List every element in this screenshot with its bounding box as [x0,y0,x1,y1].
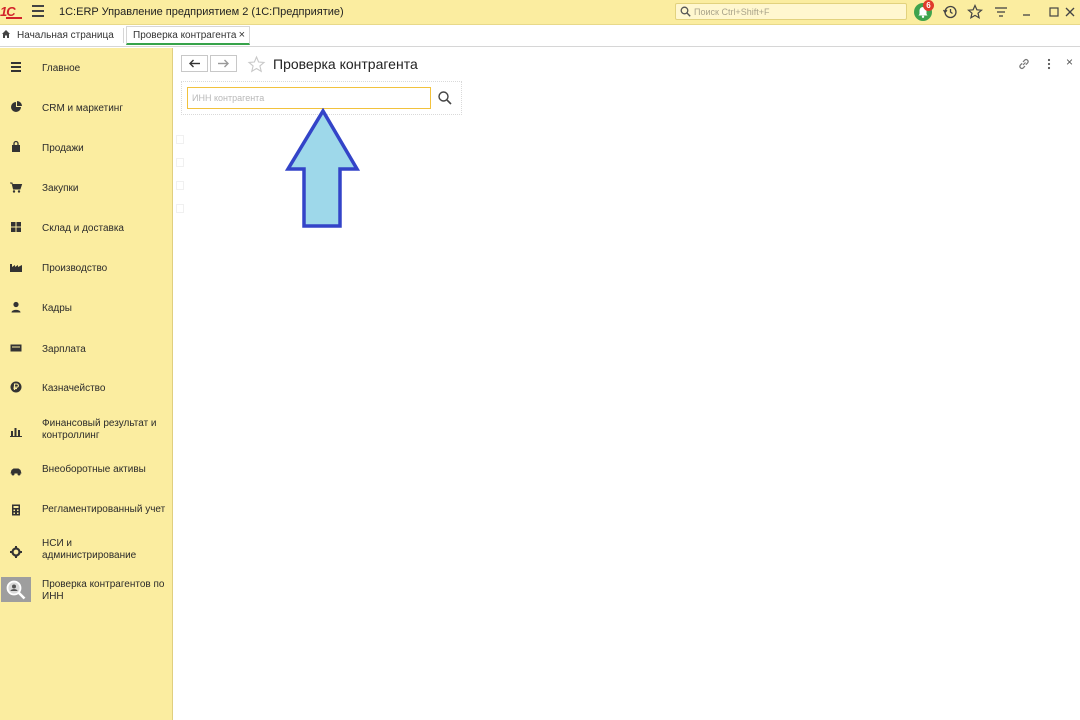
add-to-favorites-star-icon[interactable] [247,55,266,74]
factory-icon [10,264,22,272]
menu-lines-icon [11,62,21,72]
sidebar-item-inn-check[interactable]: Проверка контрагентов по ИНН [0,577,172,613]
sidebar-item-admin[interactable]: НСИ и администрирование [0,533,172,569]
person-icon [11,301,21,313]
sections-sidebar: Главное CRM и маркетинг Продажи Закупки … [0,48,173,720]
tab-home-label: Начальная страница [17,30,114,41]
pie-chart-icon [11,101,22,112]
sidebar-item-label: НСИ и администрирование [42,538,137,561]
sidebar-item-label: Продажи [42,143,84,154]
sidebar-item-label: Регламентированный учет [42,504,166,515]
warehouse-grid-icon [11,222,21,232]
more-actions-icon[interactable] [1046,57,1052,71]
sidebar-item-crm[interactable]: CRM и маркетинг [0,93,172,129]
tab-bar: Начальная страница Проверка контрагента … [0,25,1080,47]
title-bar: 1С 1C:ERP Управление предприятием 2 (1С:… [0,0,1080,25]
bar-chart-icon [10,428,22,437]
sidebar-item-label: Внеоборотные активы [42,464,146,475]
sidebar-item-main[interactable]: Главное [0,53,172,89]
arrow-left-icon [189,59,200,68]
sidebar-item-label: CRM и маркетинг [42,103,123,114]
sidebar-item-hr[interactable]: Кадры [0,293,172,329]
wallet-icon [10,344,22,352]
tab-divider [123,28,124,43]
minimize-icon[interactable] [1018,3,1036,21]
functions-icon[interactable] [992,3,1010,21]
sidebar-item-label: Финансовый результат и контроллинг [42,418,157,441]
sidebar-item-salary[interactable]: Зарплата [0,333,172,369]
search-document-icon [6,580,26,600]
sidebar-item-purchases[interactable]: Закупки [0,173,172,209]
form-title: Проверка контрагента [273,56,418,72]
menu-icon[interactable] [32,5,44,18]
sidebar-item-label: Зарплата [42,344,86,355]
search-icon[interactable] [437,90,453,106]
tab-counterparty-check-label: Проверка контрагента [133,30,237,41]
history-icon[interactable] [941,3,959,21]
sidebar-item-label: Кадры [42,303,72,314]
tab-counterparty-check[interactable]: Проверка контрагента × [126,26,250,45]
close-icon[interactable] [1061,3,1079,21]
app-title: 1C:ERP Управление предприятием 2 (1С:Пре… [59,6,344,18]
sidebar-item-label: Проверка контрагентов по ИНН [42,579,165,602]
close-form-button[interactable]: × [1066,55,1073,69]
cart-icon [10,182,23,193]
forward-button[interactable] [210,55,237,72]
sidebar-item-treasury[interactable]: Казначейство [0,373,172,409]
inn-input[interactable] [187,87,431,109]
tab-close-button[interactable]: × [239,29,245,41]
search-icon [680,6,691,17]
tab-home[interactable]: Начальная страница [0,25,123,46]
ruble-coin-icon [10,381,22,393]
sidebar-item-finance[interactable]: Финансовый результат и контроллинг [0,413,172,449]
sidebar-item-label: Закупки [42,183,79,194]
home-icon [2,30,10,38]
sidebar-item-label: Склад и доставка [42,223,124,234]
calculator-icon [12,504,20,516]
arrow-right-icon [218,59,229,68]
notification-count-badge: 6 [923,0,934,11]
annotation-up-arrow [284,108,361,228]
sidebar-item-production[interactable]: Производство [0,253,172,289]
shopping-bag-icon [12,140,20,152]
sidebar-item-label: Главное [42,63,81,74]
sidebar-item-sales[interactable]: Продажи [0,133,172,169]
link-icon[interactable] [1017,57,1031,71]
gear-icon [10,546,22,558]
sidebar-item-label: Производство [42,263,108,274]
faint-placeholder-marks [176,135,184,227]
sidebar-item-regulated-accounting[interactable]: Регламентированный учет [0,493,172,529]
sidebar-item-label: Казначейство [42,383,106,394]
global-search[interactable] [675,3,907,20]
back-button[interactable] [181,55,208,72]
sidebar-item-fixed-assets[interactable]: Внеоборотные активы [0,453,172,489]
navigation-buttons [181,55,239,73]
global-search-input[interactable] [694,4,899,19]
favorites-icon[interactable] [966,3,984,21]
sidebar-item-warehouse[interactable]: Склад и доставка [0,213,172,249]
1c-logo: 1С [0,3,22,20]
car-icon [10,468,22,476]
